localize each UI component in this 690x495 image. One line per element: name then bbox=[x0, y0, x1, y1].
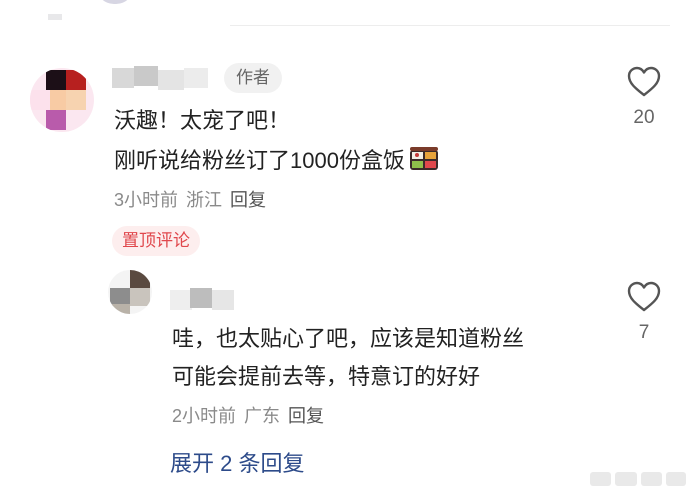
comment-meta: 2小时前 广东 回复 bbox=[172, 402, 332, 428]
author-badge: 作者 bbox=[224, 63, 282, 93]
watermark bbox=[590, 466, 686, 492]
username-blurred[interactable] bbox=[170, 288, 246, 310]
reply-button[interactable]: 回复 bbox=[230, 190, 266, 210]
comment-text: 沃趣！太宠了吧！ bbox=[114, 108, 291, 133]
timestamp: 2小时前 bbox=[172, 406, 237, 426]
timestamp: 3小时前 bbox=[114, 190, 179, 210]
comment-text-line2: 刚听说给粉丝订了1000份盒饭 bbox=[114, 143, 439, 175]
previous-avatar-fragment bbox=[96, 0, 134, 4]
expand-replies-link[interactable]: 展开 2 条回复 bbox=[170, 446, 304, 478]
comment-text-content: 刚听说给粉丝订了1000份盒饭 bbox=[114, 148, 405, 173]
bento-box-icon bbox=[409, 147, 438, 170]
avatar[interactable] bbox=[108, 270, 152, 314]
comment-text: 哇，也太贴心了吧，应该是知道粉丝 bbox=[172, 326, 525, 351]
reply-button[interactable]: 回复 bbox=[288, 406, 324, 426]
heart-icon[interactable] bbox=[627, 281, 661, 313]
username-blurred[interactable] bbox=[112, 66, 210, 90]
comment-meta: 3小时前 浙江 回复 bbox=[114, 186, 274, 212]
heart-icon[interactable] bbox=[627, 66, 661, 98]
location: 浙江 bbox=[186, 190, 223, 210]
divider bbox=[230, 25, 670, 26]
pinned-comment-badge: 置顶评论 bbox=[112, 226, 200, 256]
location: 广东 bbox=[244, 406, 281, 426]
like-count: 7 bbox=[638, 322, 650, 343]
comment-text-line2: 可能会提前去等，特意订的好好 bbox=[172, 364, 481, 389]
previous-item-fragment bbox=[48, 14, 62, 20]
avatar[interactable] bbox=[30, 68, 94, 132]
like-count: 20 bbox=[633, 107, 655, 128]
